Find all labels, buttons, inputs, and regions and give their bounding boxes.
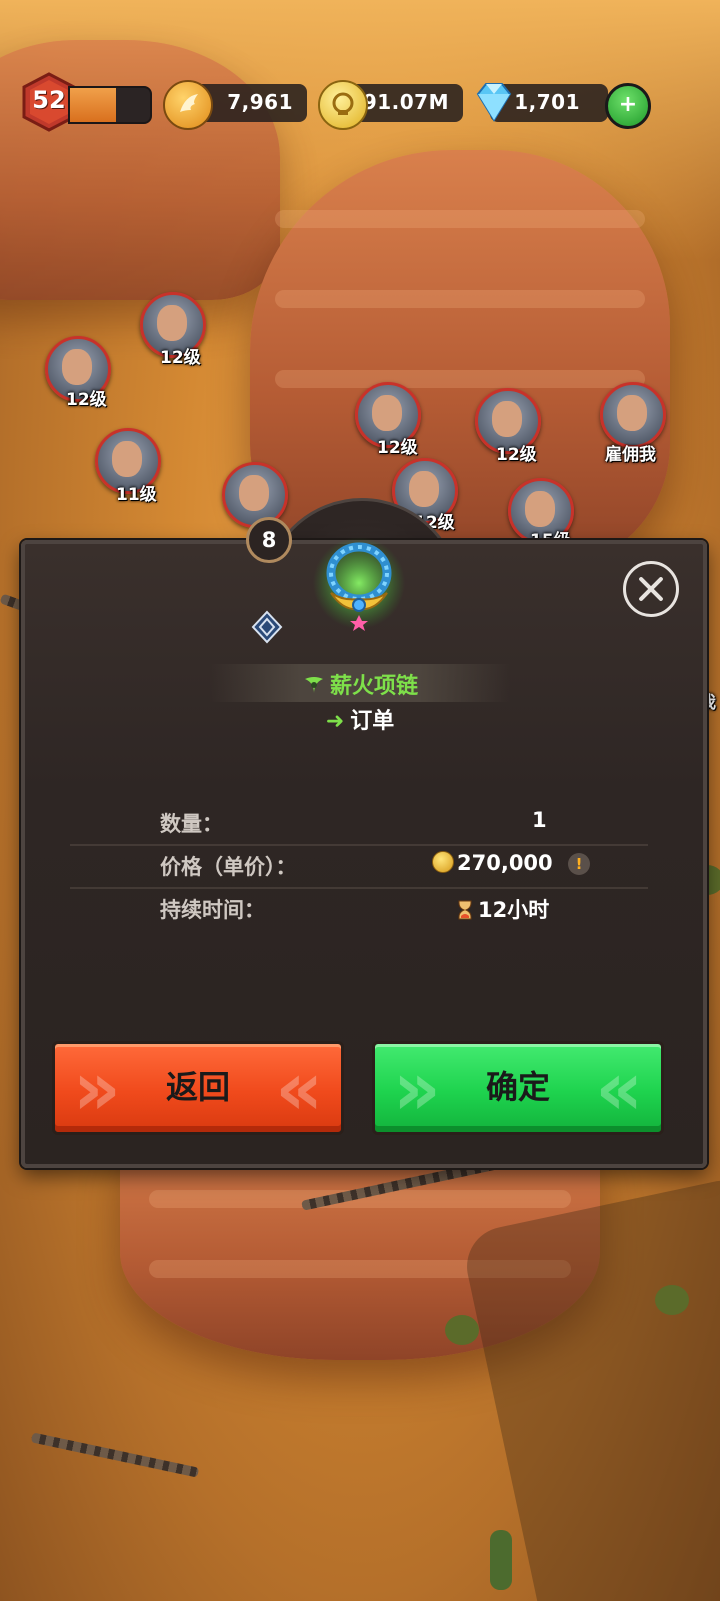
duration-value-wrap: 12小时 (458, 894, 549, 924)
back-button-label: 返回 (165, 1068, 230, 1106)
price-info-icon[interactable]: ! (568, 853, 590, 875)
quantity-label: 数量： (160, 812, 223, 836)
chevron-right-icon: » (393, 1046, 441, 1132)
item-title: 薪火项链 (0, 668, 720, 700)
duration-value: 12小时 (478, 898, 550, 922)
chevron-left-icon: « (275, 1046, 323, 1132)
arrow-right-icon: ➜ (325, 709, 345, 734)
quantity-row: 数量： 1 (70, 800, 648, 846)
tier-emblem-icon (251, 610, 283, 644)
hourglass-icon (458, 900, 472, 920)
unit-price-row: 价格（单价）： 270,000 ! (70, 843, 648, 889)
confirm-button[interactable]: » « 确定 (372, 1041, 664, 1135)
quantity-value: 1 (532, 808, 547, 832)
back-button[interactable]: » « 返回 (52, 1041, 344, 1135)
necklace-type-icon (304, 677, 323, 693)
confirm-button-label: 确定 (485, 1068, 550, 1106)
unit-price-value-wrap: 270,000 (432, 851, 553, 875)
chevron-right-icon: » (73, 1046, 121, 1132)
item-name: 薪火项链 (329, 674, 418, 699)
unit-price-value: 270,000 (457, 851, 553, 875)
destination-line: ➜ 订单 (0, 703, 720, 735)
destination-label: 订单 (350, 709, 395, 734)
gold-coin-icon (432, 851, 454, 873)
chevron-left-icon: « (595, 1046, 643, 1132)
close-button[interactable] (623, 561, 679, 617)
duration-row: 持续时间： 12小时 (70, 886, 648, 930)
unit-price-label: 价格（单价）： (160, 855, 297, 879)
duration-label: 持续时间： (160, 898, 265, 922)
necklace-icon (313, 537, 405, 631)
item-count-badge: 8 (246, 517, 292, 563)
